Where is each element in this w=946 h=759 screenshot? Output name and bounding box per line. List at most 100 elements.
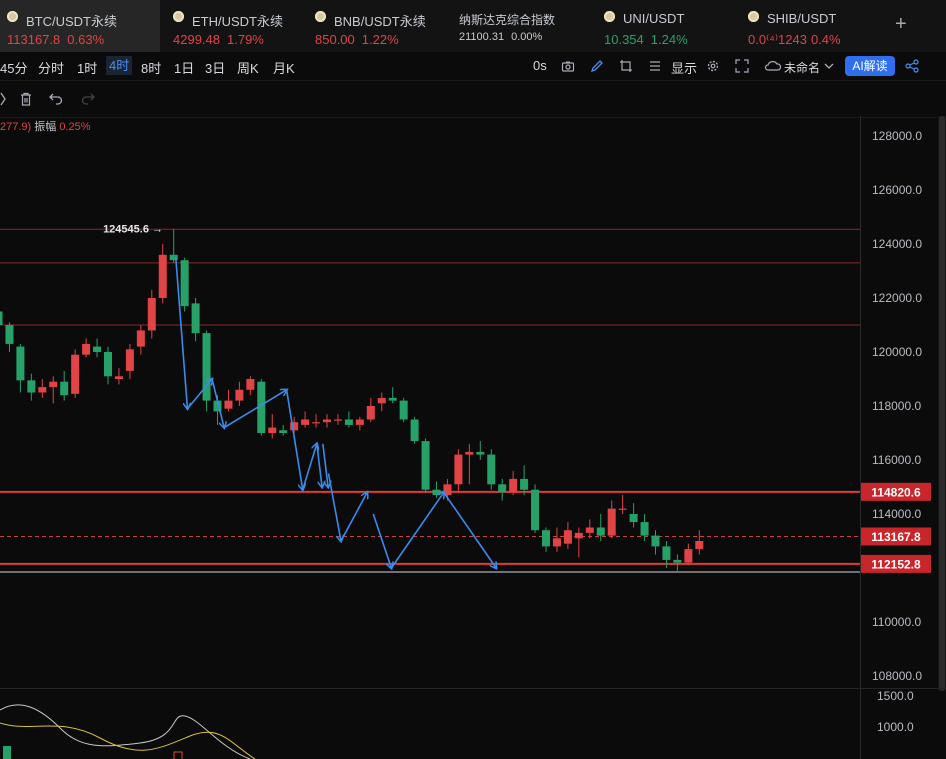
- share-icon[interactable]: [905, 59, 919, 73]
- cloud-icon[interactable]: [764, 59, 782, 73]
- candle-body: [377, 397, 386, 404]
- tab-btc[interactable]: BTC/USDT永续 113167.8 0.63%: [0, 0, 160, 52]
- candle-body: [662, 546, 671, 560]
- gear-icon[interactable]: [706, 59, 720, 73]
- interval-4h[interactable]: 4时: [106, 56, 133, 75]
- price-chart[interactable]: 128000.0 126000.0 124000.0 122000.0 120000.0…: [0, 116, 946, 759]
- ruler-icon[interactable]: [0, 91, 6, 107]
- y-tick-label: 118000.0: [872, 399, 921, 413]
- candle-body: [465, 451, 474, 455]
- interval-8h[interactable]: 8时: [141, 58, 161, 77]
- candle-body: [312, 422, 321, 424]
- tab-eth[interactable]: ETH/USDT永续 4299.48 1.79%: [166, 0, 306, 52]
- y-tick-label: 108000.0: [872, 669, 922, 683]
- interval-week[interactable]: 周K: [237, 58, 259, 77]
- chart-toolbar: 45分 分时 1时 4时 8时 1日 3日 周K 月K 0s 显示 未命名: [0, 52, 946, 79]
- add-tab-button[interactable]: +: [895, 14, 907, 34]
- candle-body: [574, 532, 583, 539]
- tab-price: 21100.31 0.00%: [459, 31, 543, 43]
- tab-symbol: BNB/USDT永续: [334, 14, 426, 29]
- candle-body: [454, 454, 463, 485]
- annotation-arrow: [223, 390, 286, 429]
- amplitude-value: 0.25%: [59, 121, 91, 133]
- tab-price: 113167.8 0.63%: [7, 32, 105, 47]
- tab-shib[interactable]: SHIB/USDT 0.0⁽⁴⁾1243 0.4%: [741, 0, 881, 52]
- candle-body: [49, 381, 58, 388]
- tab-uni[interactable]: UNI/USDT 10.354 1.24%: [597, 0, 737, 52]
- candle-body: [432, 489, 441, 496]
- interval-month[interactable]: 月K: [273, 58, 295, 77]
- level-price-label: 114820.6: [871, 485, 921, 499]
- y-tick-label: 114000.0: [872, 507, 921, 521]
- undo-icon[interactable]: [48, 91, 64, 107]
- coin-icon: [173, 11, 184, 22]
- annotation-arrow: [285, 389, 303, 490]
- scroll-thumb[interactable]: [939, 116, 945, 691]
- candle-body: [301, 419, 310, 425]
- coin-icon: [315, 11, 326, 22]
- oscillator-bar: [173, 751, 183, 759]
- interval-45m[interactable]: 45分: [0, 58, 27, 77]
- candle-body: [246, 379, 255, 390]
- chevron-down-icon[interactable]: [822, 59, 836, 73]
- tab-bnb[interactable]: BNB/USDT永续 850.00 1.22%: [308, 0, 443, 52]
- candle-body: [629, 514, 638, 523]
- candle-body: [498, 484, 507, 493]
- candle-body: [0, 311, 3, 325]
- y-tick-label: 126000.0: [872, 183, 922, 197]
- tab-nasdaq[interactable]: 纳斯达克综合指数 21100.31 0.00%: [452, 0, 592, 52]
- candle-body: [333, 419, 342, 421]
- redo-icon: [81, 93, 95, 105]
- candle-body: [651, 535, 660, 547]
- info-line: 277.9) 振幅 0.25%: [0, 118, 91, 134]
- candle-body: [410, 419, 419, 442]
- ai-analysis-button[interactable]: AI解读: [845, 56, 895, 76]
- interval-3d[interactable]: 3日: [205, 58, 225, 77]
- annotation-arrow: [372, 513, 391, 568]
- candle-body: [60, 381, 69, 396]
- tab-symbol: BTC/USDT永续: [26, 14, 118, 29]
- candle-body: [235, 389, 244, 401]
- oscillator-signal-line: [0, 722, 256, 759]
- tab-symbol: 纳斯达克综合指数: [459, 13, 556, 27]
- candle-body: [38, 387, 47, 393]
- interval-1d[interactable]: 1日: [174, 58, 194, 77]
- candle-body: [71, 354, 80, 394]
- layout-name[interactable]: 未命名: [784, 59, 820, 76]
- info-prefix: 277.9): [0, 121, 32, 133]
- fullscreen-icon[interactable]: [735, 59, 749, 73]
- draw-pen-icon[interactable]: [590, 59, 604, 73]
- candle-body: [695, 541, 704, 550]
- seconds-button[interactable]: 0s: [533, 58, 547, 73]
- display-button[interactable]: 显示: [671, 58, 697, 77]
- coin-icon: [7, 11, 18, 22]
- trash-icon[interactable]: [18, 91, 34, 107]
- tab-symbol: SHIB/USDT: [767, 11, 837, 26]
- annotation-arrow: [322, 443, 328, 487]
- annotation-arrow: [390, 492, 443, 569]
- coin-icon: [748, 11, 759, 22]
- y-tick-label: 128000.0: [872, 129, 922, 143]
- tab-price: 4299.48 1.79%: [173, 32, 264, 47]
- candle-body: [323, 419, 331, 423]
- y-tick-label: 120000.0: [872, 345, 922, 359]
- crop-icon[interactable]: [619, 59, 633, 73]
- candle-body: [366, 406, 375, 420]
- list-icon[interactable]: [648, 59, 662, 73]
- scrollbar[interactable]: [938, 116, 946, 691]
- candle-body: [673, 559, 682, 563]
- candle-body: [509, 478, 518, 493]
- candle-body: [520, 478, 529, 490]
- candle-body: [607, 508, 616, 536]
- candle-body: [268, 427, 277, 433]
- candle-body: [344, 419, 353, 425]
- candle-body: [399, 400, 408, 420]
- candle-body: [640, 522, 649, 536]
- candle-body: [202, 333, 211, 401]
- interval-timeline[interactable]: 分时: [38, 58, 64, 77]
- camera-icon[interactable]: [561, 59, 575, 73]
- candle-body: [421, 441, 430, 490]
- candle-body: [585, 527, 594, 533]
- candle-body: [180, 260, 189, 307]
- interval-1h[interactable]: 1时: [77, 58, 97, 77]
